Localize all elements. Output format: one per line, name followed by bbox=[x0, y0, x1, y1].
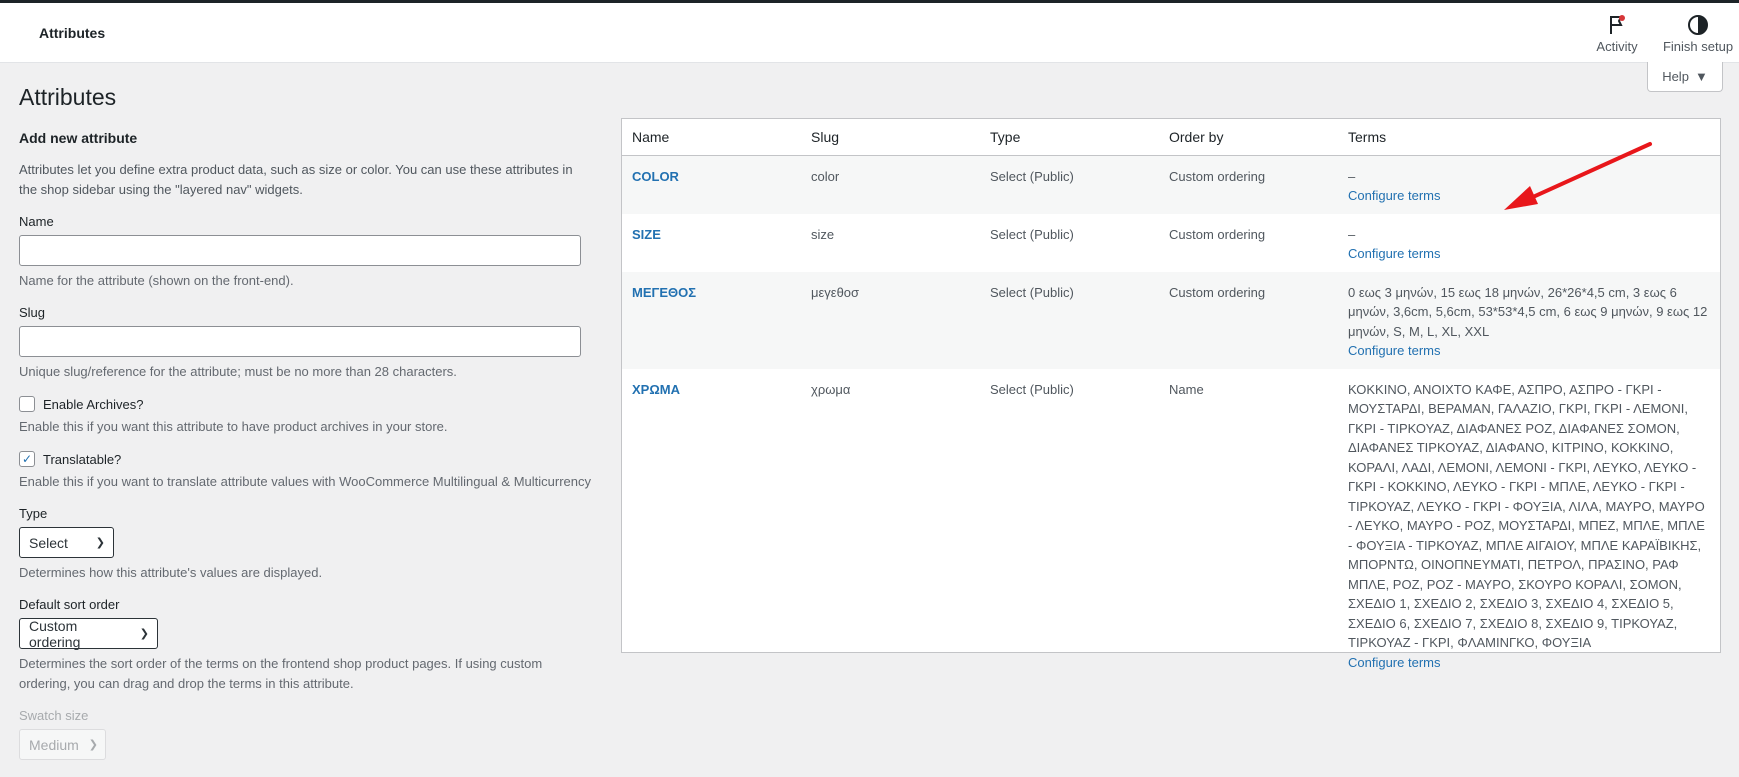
slug-label: Slug bbox=[19, 305, 46, 320]
attribute-name-link[interactable]: SIZE bbox=[632, 227, 661, 242]
sort-label: Default sort order bbox=[19, 597, 120, 612]
attribute-order: Custom ordering bbox=[1169, 226, 1266, 242]
swatch-select[interactable]: Medium ❯ bbox=[19, 729, 106, 760]
chevron-down-icon: ❯ bbox=[95, 537, 105, 549]
archives-checkbox[interactable] bbox=[19, 396, 35, 412]
attribute-type: Select (Public) bbox=[980, 155, 1159, 214]
help-button[interactable]: Help ▼ bbox=[1647, 62, 1723, 92]
configure-terms-link[interactable]: Configure terms bbox=[1348, 188, 1440, 203]
attribute-order: Custom ordering bbox=[1159, 155, 1338, 214]
archives-label: Enable Archives? bbox=[43, 396, 144, 412]
archives-row: Enable Archives? bbox=[19, 396, 594, 412]
attribute-type: Select (Public) bbox=[990, 381, 1074, 397]
annotation-arrow-icon bbox=[1504, 142, 1652, 210]
configure-terms-link[interactable]: Configure terms bbox=[1348, 655, 1440, 670]
slug-help: Unique slug/reference for the attribute;… bbox=[19, 364, 457, 379]
translatable-checkbox[interactable]: ✓ bbox=[19, 451, 35, 467]
configure-terms-link[interactable]: Configure terms bbox=[1348, 246, 1440, 261]
help-label: Help bbox=[1662, 69, 1689, 84]
chevron-down-icon: ❯ bbox=[88, 739, 99, 751]
attribute-slug: χρωμα bbox=[811, 381, 851, 397]
sort-select[interactable]: Custom ordering ❯ bbox=[19, 617, 158, 650]
translatable-row: ✓ Translatable? bbox=[19, 451, 594, 467]
attribute-terms: ΚΟΚΚΙΝΟ, ΑΝΟΙΧΤΟ ΚΑΦΕ, ΑΣΠΡΟ, ΑΣΠΡΟ - ΓΚ… bbox=[1348, 381, 1705, 651]
slug-input[interactable] bbox=[19, 326, 581, 357]
attribute-name-link[interactable]: COLOR bbox=[632, 169, 679, 184]
type-value: Select bbox=[29, 534, 68, 551]
sort-help: Determines the sort order of the terms o… bbox=[19, 656, 543, 691]
translatable-label: Translatable? bbox=[43, 451, 122, 467]
finish-setup-button[interactable]: Finish setup bbox=[1658, 13, 1738, 54]
add-attribute-form: Add new attribute Attributes let you def… bbox=[19, 130, 594, 760]
form-heading: Add new attribute bbox=[19, 130, 138, 146]
activity-button[interactable]: Activity bbox=[1593, 13, 1641, 54]
attribute-type: Select (Public) bbox=[990, 226, 1074, 242]
archives-help: Enable this if you want this attribute t… bbox=[19, 419, 448, 434]
activity-label: Activity bbox=[1596, 39, 1638, 54]
finish-setup-label: Finish setup bbox=[1662, 39, 1734, 54]
attribute-name-link[interactable]: ΧΡΩΜΑ bbox=[632, 382, 680, 397]
configure-terms-link[interactable]: Configure terms bbox=[1348, 343, 1440, 358]
column-header: Type bbox=[980, 119, 1159, 156]
table-row: SIZE size Select (Public) Custom orderin… bbox=[622, 214, 1720, 272]
table-row: ΜΕΓΕΘΟΣ μεγεθοσ Select (Public) Custom o… bbox=[622, 271, 1720, 369]
type-select[interactable]: Select ❯ bbox=[19, 527, 114, 558]
chevron-down-icon: ❯ bbox=[139, 628, 149, 640]
swatch-label: Swatch size bbox=[19, 708, 89, 723]
column-header: Order by bbox=[1159, 119, 1338, 156]
header-title: Attributes bbox=[39, 25, 106, 41]
column-header: Name bbox=[622, 119, 801, 156]
attribute-order: Custom ordering bbox=[1159, 271, 1338, 369]
name-help: Name for the attribute (shown on the fro… bbox=[19, 273, 294, 288]
form-intro: Attributes let you define extra product … bbox=[19, 162, 573, 197]
name-input[interactable] bbox=[19, 235, 581, 266]
page-title: Attributes bbox=[19, 84, 117, 110]
type-label: Type bbox=[19, 506, 48, 521]
swatch-value: Medium bbox=[29, 736, 79, 753]
attribute-name-link[interactable]: ΜΕΓΕΘΟΣ bbox=[632, 285, 696, 300]
attribute-terms: 0 εως 3 μηνών, 15 εως 18 μηνών, 26*26*4,… bbox=[1348, 284, 1708, 339]
attribute-slug: μεγεθοσ bbox=[801, 271, 980, 369]
attribute-type: Select (Public) bbox=[980, 271, 1159, 369]
table-row: ΧΡΩΜΑ χρωμα Select (Public) Name ΚΟΚΚΙΝΟ… bbox=[622, 369, 1720, 681]
half-circle-icon bbox=[1688, 15, 1708, 35]
type-help: Determines how this attribute's values a… bbox=[19, 565, 323, 580]
sort-value: Custom ordering bbox=[29, 617, 81, 650]
attribute-order: Name bbox=[1169, 381, 1204, 397]
attribute-slug: size bbox=[811, 226, 835, 242]
flag-icon bbox=[1610, 15, 1625, 34]
caret-down-icon: ▼ bbox=[1694, 69, 1708, 84]
attribute-terms: – bbox=[1348, 226, 1356, 242]
name-label: Name bbox=[19, 214, 54, 229]
attribute-slug: color bbox=[801, 155, 980, 214]
column-header: Slug bbox=[801, 119, 980, 156]
top-header: Attributes Activity Finish setup bbox=[0, 3, 1739, 63]
translatable-help: Enable this if you want to translate att… bbox=[19, 474, 592, 489]
